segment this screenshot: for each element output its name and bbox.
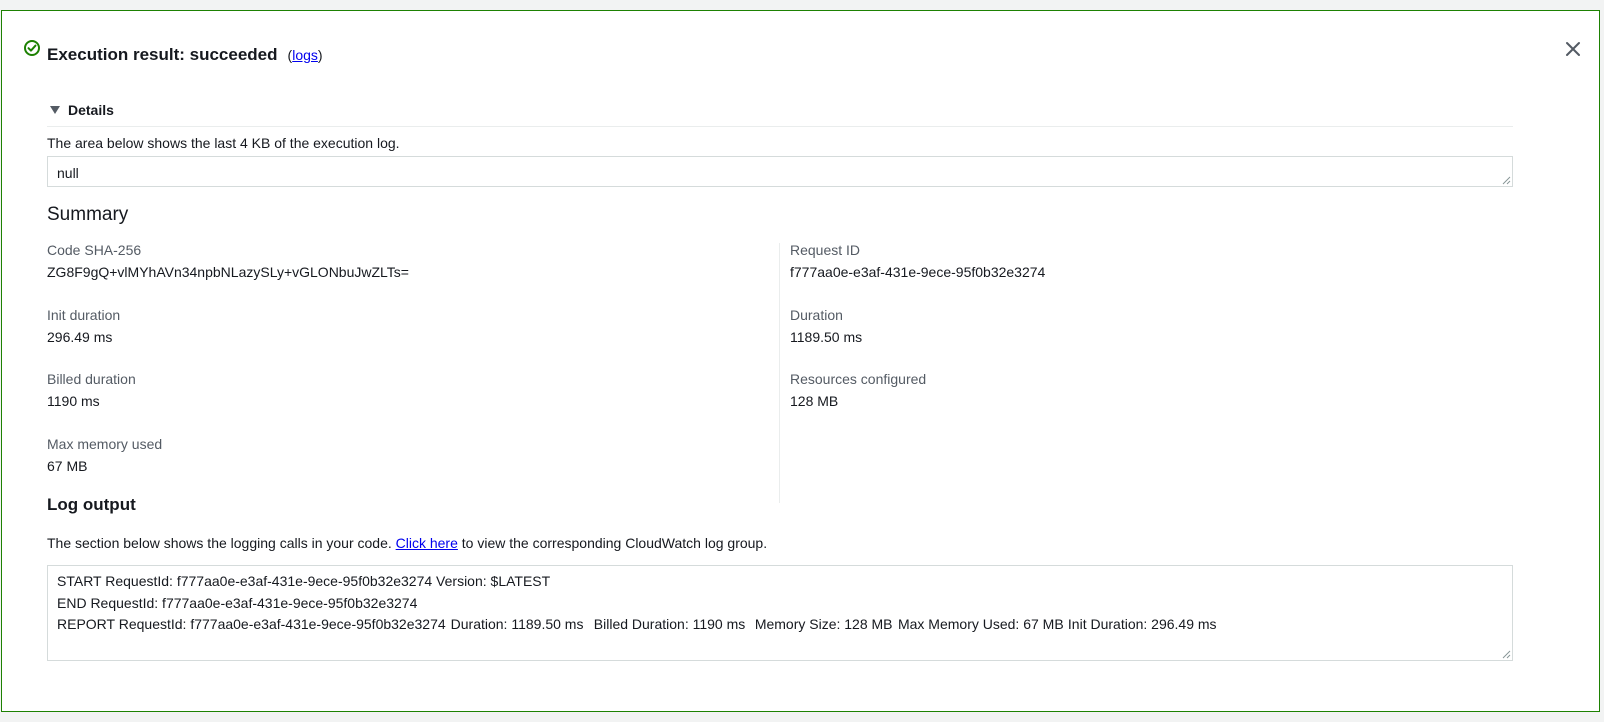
check-circle-icon [24, 40, 40, 56]
summary-label: Request ID [790, 242, 861, 258]
resize-handle-icon[interactable] [1502, 650, 1511, 659]
summary-label: Max memory used [47, 436, 163, 452]
logs-link-wrapper: (logs) [287, 47, 323, 63]
summary-title: Summary [47, 204, 129, 225]
log-line: REPORT RequestId: f777aa0e-e3af-431e-9ec… [57, 616, 1221, 632]
details-divider [47, 126, 1513, 127]
resize-handle-icon[interactable] [1502, 176, 1511, 185]
execution-result-panel: Execution result: succeeded (logs) Detai… [1, 10, 1600, 712]
summary-value: 67 MB [47, 458, 88, 474]
result-title: Execution result: succeeded [47, 45, 278, 64]
caret-down-icon [50, 106, 60, 114]
summary-max-memory: Max memory used 67 MB [47, 436, 162, 474]
summary-value: f777aa0e-e3af-431e-9ece-95f0b32e3274 [790, 264, 1046, 280]
summary-resources: Resources configured 128 MB [790, 371, 926, 409]
log-line: START RequestId: f777aa0e-e3af-431e-9ece… [57, 573, 551, 589]
summary-label: Resources configured [790, 371, 927, 387]
logs-link[interactable]: logs [292, 47, 318, 63]
summary-value: ZG8F9gQ+vlMYhAVn34npbNLazySLy+vGLONbuJwZ… [47, 264, 409, 280]
close-icon[interactable] [1562, 38, 1584, 60]
summary-value: 1190 ms [47, 393, 100, 409]
log-output-textarea[interactable]: START RequestId: f777aa0e-e3af-431e-9ece… [47, 565, 1513, 661]
execution-output-value: null [57, 165, 79, 181]
details-toggle-label: Details [68, 102, 114, 118]
summary-value: 296.49 ms [47, 329, 113, 345]
log-line: END RequestId: f777aa0e-e3af-431e-9ece-9… [57, 594, 418, 611]
summary-value: 128 MB [790, 393, 839, 409]
summary-column-divider [779, 243, 780, 503]
summary-code-sha: Code SHA-256 ZG8F9gQ+vlMYhAVn34npbNLazyS… [47, 242, 409, 280]
summary-label: Init duration [47, 307, 121, 323]
log-output-title: Log output [47, 495, 136, 514]
log-output-description: The section below shows the logging call… [47, 535, 768, 551]
summary-billed-duration: Billed duration 1190 ms [47, 371, 136, 409]
summary-label: Billed duration [47, 371, 136, 387]
result-header: Execution result: succeeded (logs) [47, 45, 323, 65]
summary-init-duration: Init duration 296.49 ms [47, 307, 120, 345]
summary-label: Duration [790, 307, 843, 323]
details-description: The area below shows the last 4 KB of th… [47, 135, 400, 151]
cloudwatch-link[interactable]: Click here [396, 535, 458, 551]
summary-request-id: Request ID f777aa0e-e3af-431e-9ece-95f0b… [790, 242, 1045, 280]
details-toggle[interactable]: Details [50, 102, 114, 118]
summary-duration: Duration 1189.50 ms [790, 307, 862, 345]
summary-label: Code SHA-256 [47, 242, 142, 258]
summary-value: 1189.50 ms [790, 329, 863, 345]
execution-output-textarea[interactable]: null [47, 156, 1513, 187]
